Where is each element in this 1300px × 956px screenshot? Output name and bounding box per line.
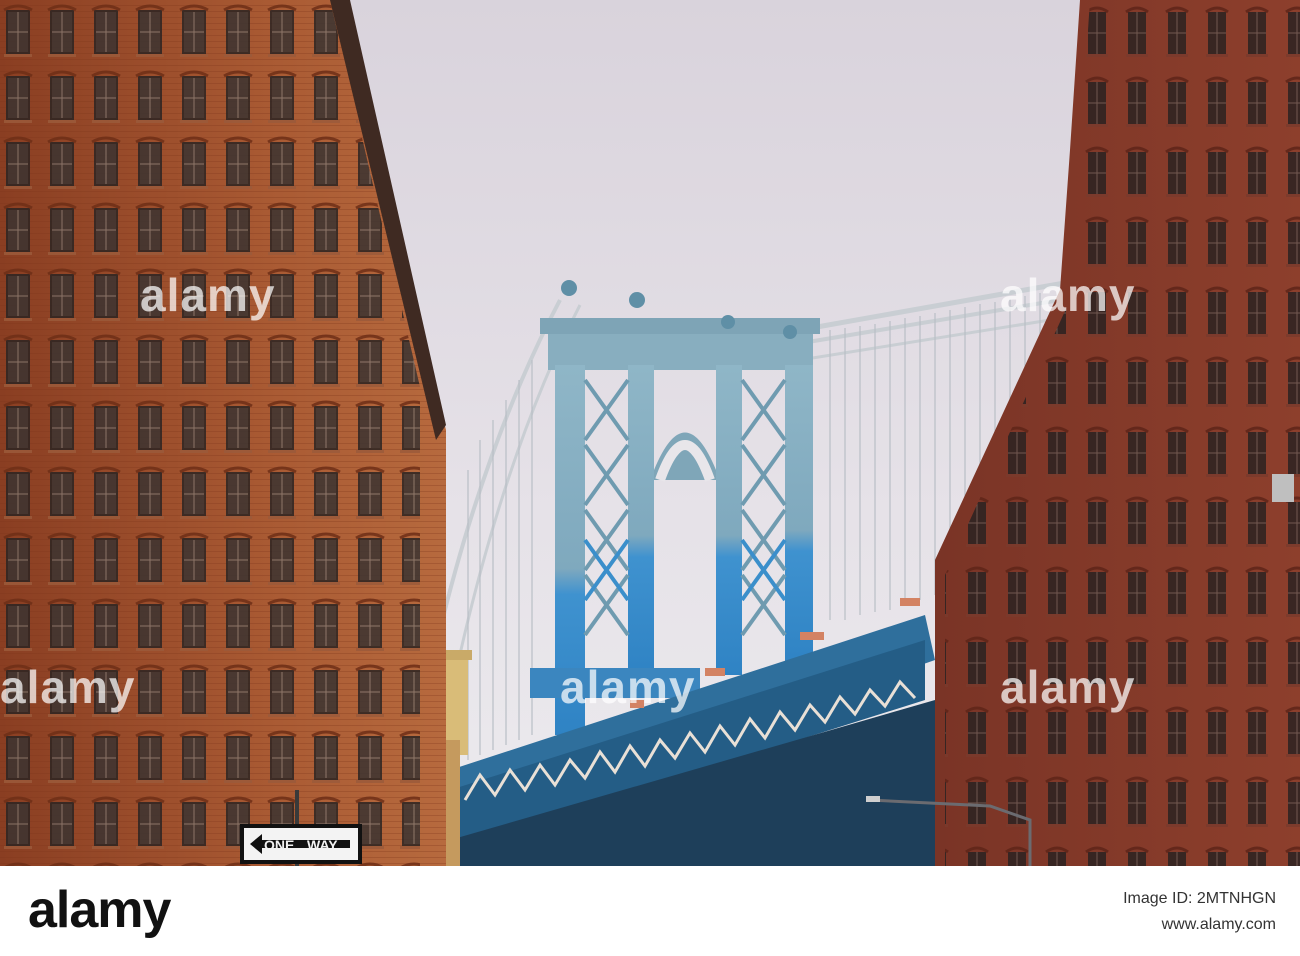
sign-word-one: ONE xyxy=(264,837,294,853)
alamy-logo[interactable]: alamy xyxy=(28,880,171,940)
photograph: ONE WAY alamy alamy alamy alamy alamy xyxy=(0,0,1300,866)
watermark-text: alamy xyxy=(560,661,696,713)
left-building xyxy=(0,0,446,866)
footer-info: Image ID: 2MTNHGN www.alamy.com xyxy=(1123,886,1276,938)
watermark-text: alamy xyxy=(140,269,276,321)
footer-bar: alamy Image ID: 2MTNHGN www.alamy.com xyxy=(0,866,1300,956)
sign-word-way: WAY xyxy=(307,837,338,853)
watermark-text: alamy xyxy=(1000,661,1136,713)
photo-scene: ONE WAY xyxy=(0,0,1300,866)
watermark-text: alamy xyxy=(1000,269,1136,321)
watermark-text: alamy xyxy=(0,661,136,713)
site-link[interactable]: www.alamy.com xyxy=(1123,912,1276,938)
image-id-label: Image ID: 2MTNHGN xyxy=(1123,890,1276,907)
